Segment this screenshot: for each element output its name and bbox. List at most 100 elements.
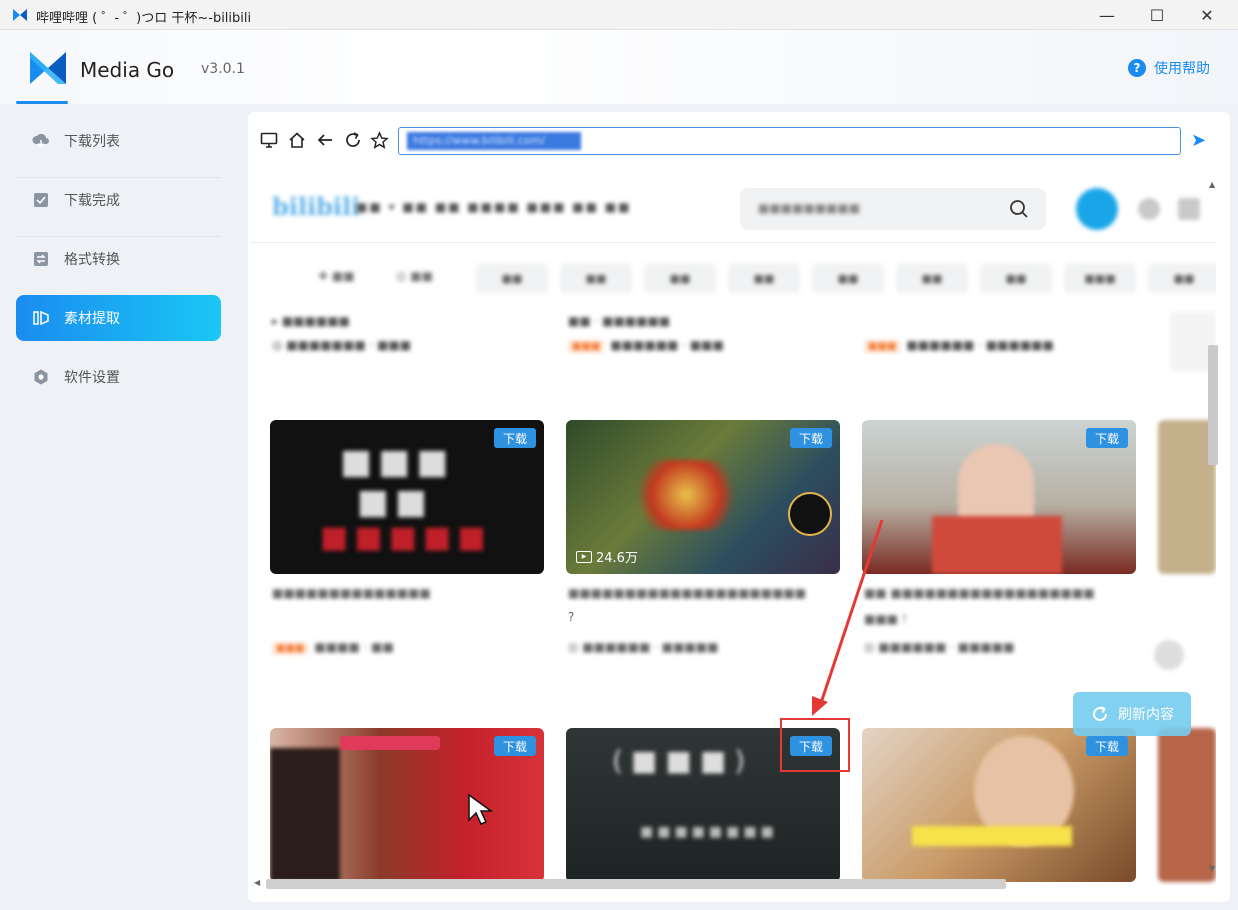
app-name: Media Go (80, 58, 175, 82)
download-complete-icon (32, 191, 50, 209)
url-text-selected: https://www.bilibili.com/ (407, 132, 581, 150)
monitor-icon[interactable] (258, 129, 280, 151)
video-thumbnail-text: ■■■ ■■ (340, 442, 455, 522)
browser-toolbar: https://www.bilibili.com/ ➤ (248, 112, 1230, 168)
video-card[interactable]: 下载 (270, 728, 544, 882)
app-version: v3.0.1 (201, 61, 245, 77)
app-logo-icon (13, 9, 27, 21)
scroll-down-icon[interactable]: ▼ (1209, 864, 1215, 873)
video-title[interactable]: ■■ ■■■■■■■■■■■■■■■■■■ (864, 586, 1095, 600)
video-card[interactable]: 下载 (862, 728, 1136, 882)
video-title[interactable]: ■■■ ! (864, 612, 907, 626)
category-nav: ✚ ■■ ◎ ■■ ■■ ■■ ■■ ■■ ■■ ■■ ■■ ■■■ ■■ (250, 242, 1216, 302)
category-chip[interactable]: ■■ (980, 263, 1052, 293)
category-chip[interactable]: ■■ (560, 263, 632, 293)
view-count-value: 24.6万 (596, 551, 638, 566)
close-button[interactable]: ✕ (1184, 0, 1230, 30)
home-icon[interactable] (286, 129, 308, 151)
game-skill-ring (788, 492, 832, 536)
scroll-up-icon[interactable]: ▲ (1209, 180, 1215, 189)
back-icon[interactable] (314, 129, 336, 151)
download-button[interactable]: 下载 (494, 428, 536, 448)
maximize-button[interactable]: ☐ (1134, 0, 1180, 30)
site-logo[interactable]: bilibili (272, 192, 360, 224)
sidebar-item-label: 下载完成 (64, 193, 120, 209)
bookmark-star-icon[interactable] (368, 129, 390, 151)
download-button[interactable]: 下载 (790, 428, 832, 448)
download-button[interactable]: 下载 (1086, 428, 1128, 448)
site-search-box[interactable]: ■■■■■■■■■ (740, 188, 1046, 230)
annotation-highlight-box (780, 718, 850, 772)
horizontal-scrollbar[interactable]: ◀ (252, 876, 1204, 892)
video-meta: ◎ ■■■■■■ · ■■■■■ (864, 640, 1015, 654)
sidebar-item-label: 素材提取 (64, 311, 120, 327)
video-title[interactable]: ■■■■■■■■■■■■■■ (272, 586, 431, 600)
video-thumbnail-text: ■■■■■■■■ (640, 824, 778, 840)
video-thumbnail-text: ■■■■■ (320, 520, 492, 555)
category-chip[interactable]: ■■ (476, 263, 548, 293)
play-count-icon: ▶ (576, 550, 592, 563)
sidebar-item-download-complete[interactable]: 下载完成 (16, 177, 221, 223)
video-meta: ◎ ■■■■■■■ · ■■■ (272, 338, 412, 352)
thumbnail-banner (340, 736, 440, 750)
settings-icon (32, 368, 50, 386)
video-title[interactable]: ■■ · ■■■■■■ (568, 314, 670, 328)
download-button[interactable]: 下载 (494, 736, 536, 756)
video-meta: ■■■ ■■■■ · ■■ (272, 640, 394, 655)
category-chip[interactable]: ■■■ (1064, 263, 1136, 293)
sidebar-item-label: 格式转换 (64, 252, 120, 268)
scrollbar-thumb[interactable] (1208, 345, 1218, 465)
video-thumbnail-text: (■■■) (612, 744, 754, 777)
media-go-logo-icon (30, 52, 66, 84)
video-meta: ■■■ ■■■■■■ · ■■■■■■ (864, 338, 1054, 353)
help-link[interactable]: ? 使用帮助 (1128, 58, 1210, 78)
site-menu-icon[interactable] (1138, 198, 1160, 220)
sidebar-item-format-convert[interactable]: 格式转换 (16, 236, 221, 282)
category-chip[interactable]: ■■ (896, 263, 968, 293)
cursor-arrow-icon (468, 793, 494, 825)
video-card[interactable]: ■■■ ■■ ■■■■■ 下载 (270, 420, 544, 574)
avatar[interactable] (1076, 188, 1118, 230)
site-search-placeholder: ■■■■■■■■■ (758, 201, 861, 215)
minimize-button[interactable]: — (1084, 0, 1130, 30)
scroll-left-icon[interactable]: ◀ (254, 878, 260, 887)
video-card[interactable]: 下载 (862, 420, 1136, 574)
game-effects (626, 460, 746, 530)
video-meta: ◎ ■■■■■■ · ■■■■■ (568, 640, 719, 654)
thumbnail-clothes (932, 516, 1062, 574)
url-input[interactable]: https://www.bilibili.com/ (398, 127, 1181, 155)
sidebar-item-material-extract[interactable]: 素材提取 (16, 295, 221, 341)
search-icon[interactable] (1008, 198, 1030, 220)
site-nav-links[interactable]: ■■ ▾ ■■ ■■ ■■■■ ■■■ ■■ ■■ (356, 200, 631, 214)
category-link[interactable]: ✚ ■■ (318, 269, 355, 283)
sidebar-item-settings[interactable]: 软件设置 (16, 354, 221, 400)
video-meta: ■■■ ■■■■■■ · ■■■ (568, 338, 724, 353)
window-title: 哔哩哔哩 ( ゜- ゜)つロ 干杯~-bilibili (36, 11, 252, 26)
window-titlebar: 哔哩哔哩 ( ゜- ゜)つロ 干杯~-bilibili — ☐ ✕ (0, 0, 1238, 30)
thumbnail-caption (912, 826, 1072, 846)
help-icon: ? (1128, 59, 1146, 77)
reload-icon[interactable] (342, 129, 364, 151)
cloud-download-icon (32, 132, 50, 150)
refresh-icon (1093, 706, 1108, 722)
sidebar-item-download-list[interactable]: 下载列表 (16, 118, 221, 164)
send-icon[interactable]: ➤ (1191, 130, 1206, 151)
refresh-content-button[interactable]: 刷新内容 (1073, 692, 1191, 736)
video-title-tail: ? (568, 610, 575, 624)
vertical-scrollbar[interactable]: ▲ ▼ (1206, 180, 1220, 880)
sidebar: 下载列表 下载完成 格式转换 素材提取 软件设置 (0, 104, 236, 910)
scrollbar-thumb[interactable] (266, 879, 1006, 889)
embedded-browser: https://www.bilibili.com/ ➤ bilibili ■■ … (248, 112, 1230, 902)
help-label: 使用帮助 (1154, 61, 1210, 77)
video-title[interactable]: ▸ ■■■■■■ (272, 314, 350, 328)
category-link[interactable]: ◎ ■■ (396, 269, 433, 283)
site-menu-icon[interactable] (1178, 198, 1200, 220)
video-title[interactable]: ■■■■■■■■■■■■■■■■■■■■■ (568, 586, 806, 600)
download-button[interactable]: 下载 (1086, 736, 1128, 756)
category-chip[interactable]: ■■ (812, 263, 884, 293)
category-chip[interactable]: ■■ (644, 263, 716, 293)
float-tool-icon[interactable] (1154, 640, 1184, 670)
video-card[interactable]: 下载 ▶ 24.6万 (566, 420, 840, 574)
sidebar-item-label: 下载列表 (64, 134, 120, 150)
category-chip[interactable]: ■■ (728, 263, 800, 293)
